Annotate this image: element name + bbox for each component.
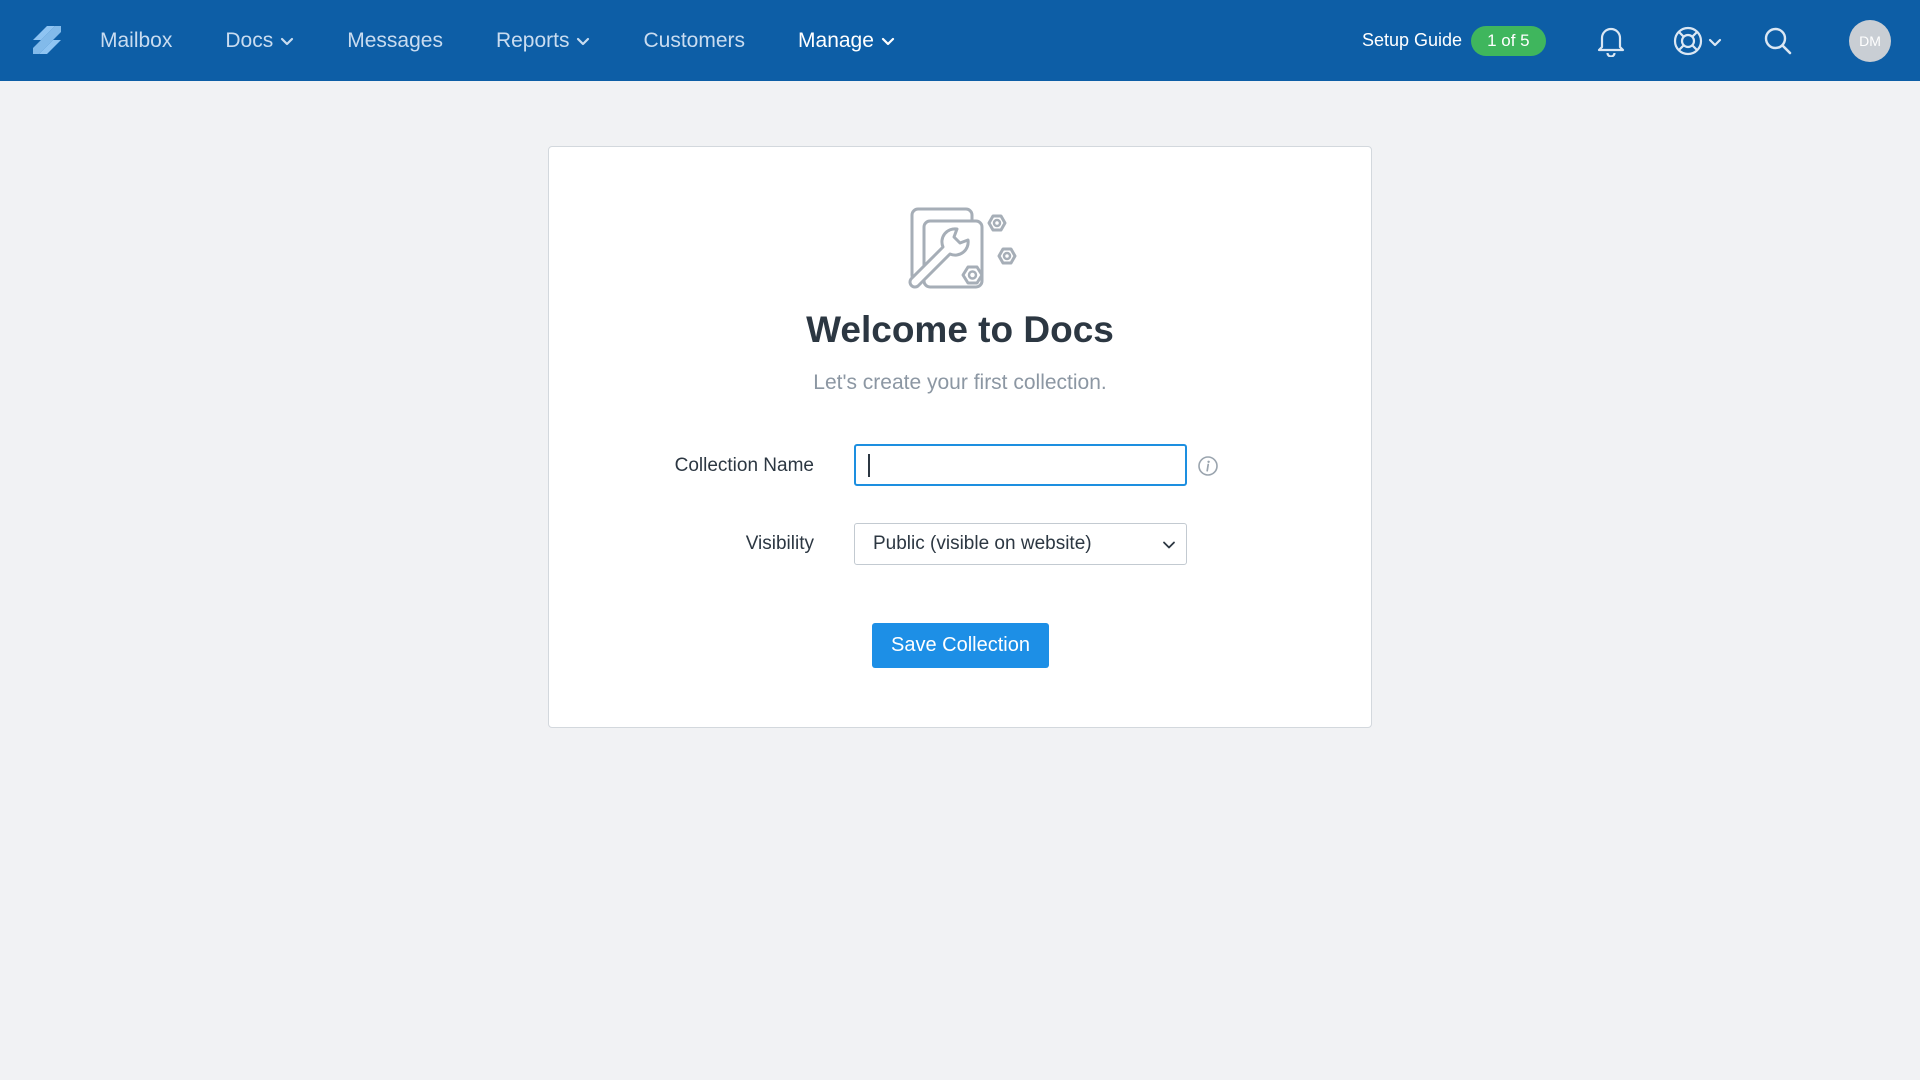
chevron-down-icon — [281, 37, 294, 46]
info-icon[interactable] — [1197, 455, 1219, 477]
nav-item-customers[interactable]: Customers — [643, 0, 745, 81]
search-button[interactable] — [1760, 0, 1796, 81]
visibility-select[interactable]: Public (visible on website) — [854, 523, 1187, 565]
nav-item-reports[interactable]: Reports — [496, 0, 591, 81]
visibility-selected-value: Public (visible on website) — [873, 533, 1092, 554]
text-caret — [868, 454, 870, 477]
helpscout-logo-icon[interactable] — [30, 23, 64, 57]
nav-item-docs[interactable]: Docs — [225, 0, 294, 81]
bell-icon — [1597, 27, 1625, 57]
nav-label: Messages — [347, 28, 443, 52]
help-menu-button[interactable] — [1667, 0, 1727, 81]
main-nav: Mailbox Docs Messages Reports Customers … — [100, 0, 948, 81]
nav-item-mailbox[interactable]: Mailbox — [100, 0, 172, 81]
nav-label: Docs — [225, 28, 274, 52]
nav-label: Mailbox — [100, 28, 173, 52]
setup-guide-label: Setup Guide — [1362, 30, 1463, 50]
nav-item-manage[interactable]: Manage — [798, 0, 895, 81]
chevron-down-icon — [1163, 541, 1175, 549]
welcome-card: Welcome to Docs Let's create your first … — [548, 146, 1372, 728]
collection-name-input[interactable] — [854, 444, 1187, 486]
avatar-initials: DM — [1859, 33, 1881, 49]
setup-progress-badge: 1 of 5 — [1471, 25, 1546, 56]
top-navigation-bar: Mailbox Docs Messages Reports Customers … — [0, 0, 1920, 81]
avatar[interactable]: DM — [1849, 20, 1891, 62]
nav-label: Customers — [643, 28, 746, 52]
nav-item-messages[interactable]: Messages — [347, 0, 443, 81]
nav-label: Reports — [495, 28, 570, 52]
page-subtitle: Let's create your first collection. — [813, 371, 1107, 394]
collection-name-label: Collection Name — [674, 455, 814, 476]
save-collection-button[interactable]: Save Collection — [872, 623, 1049, 668]
wrench-gears-icon — [908, 207, 1017, 289]
search-icon — [1764, 27, 1792, 54]
chevron-down-icon — [1708, 38, 1722, 46]
notifications-button[interactable] — [1593, 0, 1629, 81]
visibility-label: Visibility — [745, 533, 814, 554]
setup-guide-button[interactable]: Setup Guide 1 of 5 — [1362, 0, 1546, 81]
chevron-down-icon — [881, 37, 895, 46]
chevron-down-icon — [577, 37, 590, 46]
nav-label: Manage — [798, 28, 874, 52]
page-title: Welcome to Docs — [806, 309, 1114, 350]
lifebuoy-icon — [1673, 26, 1703, 55]
